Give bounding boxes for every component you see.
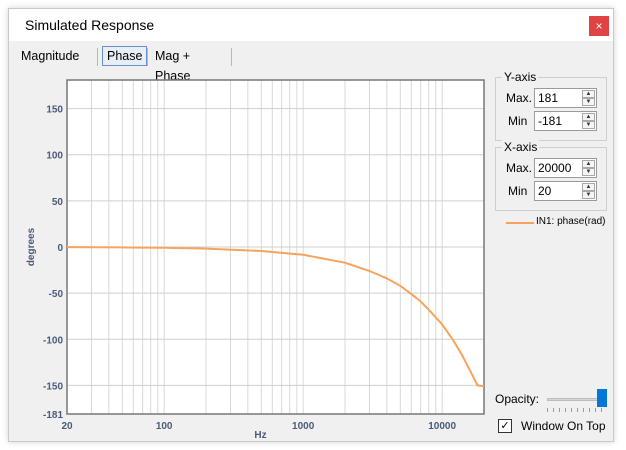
x-tick-label: 20 bbox=[61, 421, 73, 432]
x-min-input[interactable] bbox=[535, 182, 581, 200]
y-min-down-icon[interactable]: ▼ bbox=[582, 121, 595, 129]
chart-svg: 150 100 50 0 -50 -100 -150 -18120 100 1000 10000 Hz… bbox=[26, 79, 485, 441]
x-min-down-icon[interactable]: ▼ bbox=[582, 191, 595, 199]
x-min-label: Min bbox=[508, 184, 528, 198]
opacity-slider-thumb[interactable] bbox=[597, 389, 607, 407]
y-min-label: Min bbox=[508, 114, 528, 128]
y-max-stepper[interactable]: ▲ ▼ bbox=[534, 88, 597, 108]
x-min-up-icon[interactable]: ▲ bbox=[582, 183, 595, 191]
legend-label: IN1: phase(rad) bbox=[536, 216, 606, 227]
y-tick-label: 50 bbox=[52, 197, 64, 208]
y-max-input[interactable] bbox=[535, 89, 581, 107]
window-title: Simulated Response bbox=[25, 17, 155, 33]
opacity-slider[interactable] bbox=[547, 389, 607, 413]
y-tick-label: 0 bbox=[57, 243, 63, 254]
y-max-label: Max. bbox=[506, 91, 533, 105]
x-max-input[interactable] bbox=[535, 159, 581, 177]
y-tick-label: -50 bbox=[49, 289, 64, 300]
x-max-up-icon[interactable]: ▲ bbox=[582, 160, 595, 168]
x-axis-group-title: X-axis bbox=[502, 140, 540, 154]
tab-separator bbox=[147, 48, 148, 66]
close-button[interactable]: × bbox=[589, 16, 609, 36]
y-min-stepper[interactable]: ▲ ▼ bbox=[534, 111, 597, 131]
legend-swatch bbox=[506, 222, 534, 224]
y-axis-group-title: Y-axis bbox=[502, 70, 539, 84]
y-max-down-icon[interactable]: ▼ bbox=[582, 98, 595, 106]
x-tick-label: 100 bbox=[156, 421, 173, 432]
title-bar[interactable]: Simulated Response × bbox=[9, 9, 613, 41]
y-min-input[interactable] bbox=[535, 112, 581, 130]
y-tick-label: -150 bbox=[43, 381, 63, 392]
y-tick-label: 100 bbox=[46, 151, 63, 162]
tab-separator bbox=[231, 48, 232, 66]
window-on-top-checkbox[interactable]: ✓ bbox=[498, 419, 512, 433]
x-tick-label: 1000 bbox=[292, 421, 315, 432]
y-min-up-icon[interactable]: ▲ bbox=[582, 113, 595, 121]
phase-chart: 150 100 50 0 -50 -100 -150 -181 20 100 1000 10000 Hz… bbox=[17, 69, 489, 441]
y-axis-group: Y-axis Max. ▲ ▼ Min ▲ ▼ bbox=[495, 70, 607, 141]
chart-legend: IN1: phase(rad) bbox=[500, 214, 610, 230]
tab-phase[interactable]: Phase bbox=[102, 46, 148, 66]
opacity-label: Opacity: bbox=[495, 392, 540, 406]
x-max-down-icon[interactable]: ▼ bbox=[582, 168, 595, 176]
tab-separator bbox=[97, 48, 98, 66]
y-tick-label: -100 bbox=[43, 335, 63, 346]
y-axis-title: degrees bbox=[26, 227, 37, 266]
x-max-stepper[interactable]: ▲ ▼ bbox=[534, 158, 597, 178]
x-min-stepper[interactable]: ▲ ▼ bbox=[534, 181, 597, 201]
x-axis-group: X-axis Max. ▲ ▼ Min ▲ ▼ bbox=[495, 140, 607, 211]
tab-mag-phase[interactable]: Mag + Phase bbox=[151, 46, 194, 83]
x-axis-title: Hz bbox=[254, 430, 266, 439]
x-max-label: Max. bbox=[506, 161, 533, 175]
x-tick-label: 10000 bbox=[428, 421, 456, 432]
y-tick-label: 150 bbox=[46, 105, 63, 116]
tab-magnitude[interactable]: Magnitude bbox=[17, 46, 83, 66]
opacity-slider-ticks bbox=[547, 408, 607, 412]
simulated-response-window: Simulated Response × Magnitude Phase Mag… bbox=[8, 8, 614, 442]
y-max-up-icon[interactable]: ▲ bbox=[582, 90, 595, 98]
window-on-top-label: Window On Top bbox=[521, 419, 606, 433]
y-tick-label: -181 bbox=[43, 410, 63, 421]
